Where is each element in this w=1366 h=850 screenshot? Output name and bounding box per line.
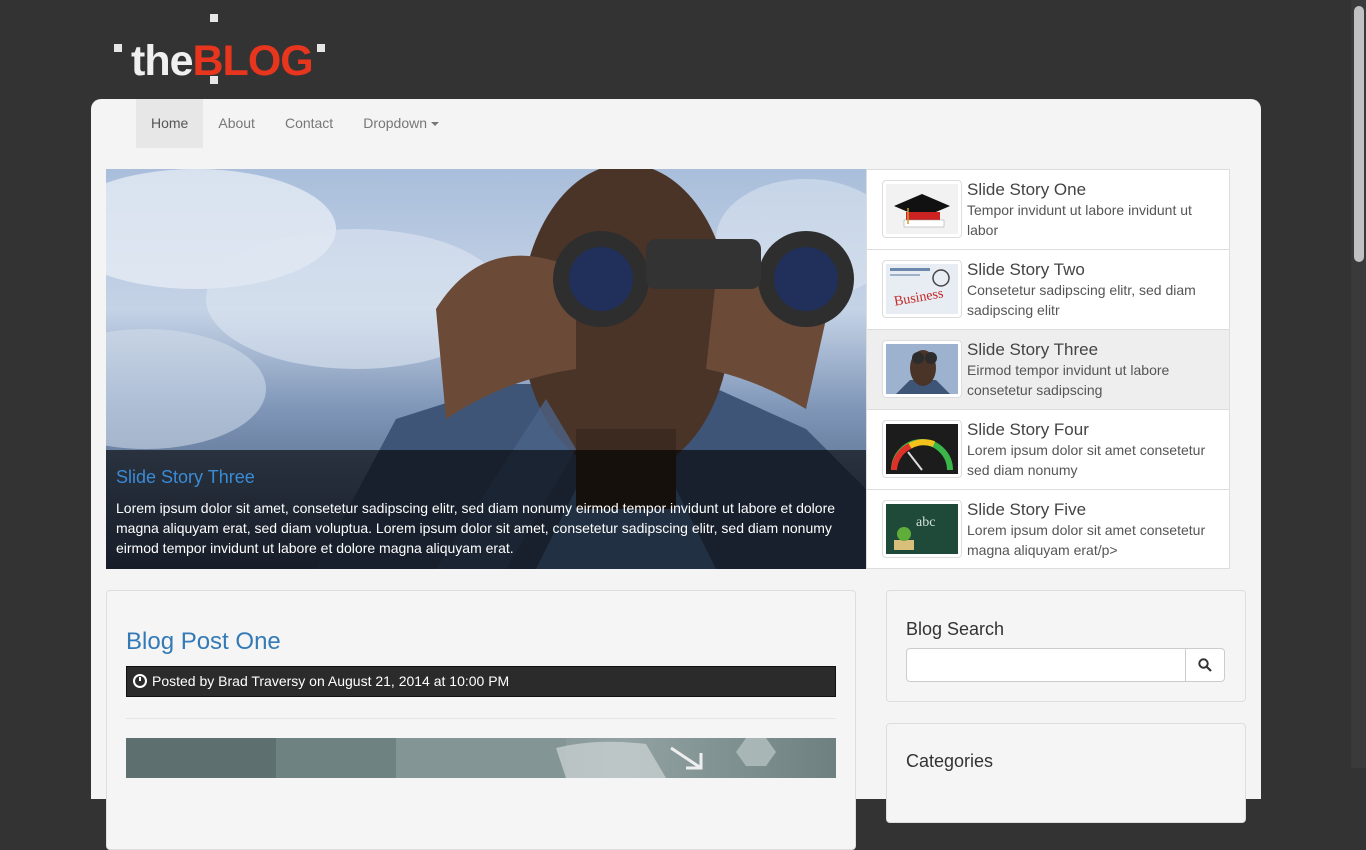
logo-dot (114, 44, 122, 52)
story-description: Tempor invidunt ut labore invidunt ut la… (967, 202, 1192, 238)
slide-story-list: Slide Story One Tempor invidunt ut labor… (866, 169, 1230, 569)
story-description: Lorem ipsum dolor sit amet consetetur se… (967, 442, 1206, 478)
slide-caption: Slide Story Three Lorem ipsum dolor sit … (106, 450, 866, 569)
story-item-four[interactable]: Slide Story Four Lorem ipsum dolor sit a… (867, 410, 1229, 490)
categories-panel: Categories (886, 723, 1246, 823)
chalkboard-icon: abc (886, 504, 958, 554)
logo-text-the: the (131, 37, 193, 85)
post-meta-bar: Posted by Brad Traversy on August 21, 20… (126, 666, 836, 697)
nav-dropdown[interactable]: Dropdown (348, 99, 454, 148)
blog-post-title[interactable]: Blog Post One (126, 628, 281, 656)
logo-wordmark: theBLOG (131, 37, 314, 85)
site-logo[interactable]: theBLOG (114, 14, 328, 86)
slide-caption-title[interactable]: Slide Story Three (116, 467, 856, 488)
nav-home-label: Home (151, 115, 189, 131)
nav-contact-label: Contact (284, 115, 334, 131)
story-item-one[interactable]: Slide Story One Tempor invidunt ut labor… (867, 170, 1229, 250)
caret-down-icon (431, 122, 440, 127)
story-title: Slide Story Five (967, 500, 1087, 519)
featured-slider[interactable]: Slide Story Three Lorem ipsum dolor sit … (106, 169, 866, 569)
story-title: Slide Story One (967, 180, 1087, 199)
story-description: Lorem ipsum dolor sit amet consetetur ma… (967, 522, 1206, 558)
slide-caption-text: Lorem ipsum dolor sit amet, consetetur s… (116, 499, 836, 556)
story-description: Consetetur sadipscing elitr, sed diam sa… (967, 282, 1196, 318)
story-item-two[interactable]: Business Slide Story Two Consetetur sadi… (867, 250, 1229, 330)
categories-title: Categories (906, 751, 994, 771)
scrollbar-thumb[interactable] (1354, 6, 1364, 262)
main-nav: Home About Contact Dropdown (136, 99, 454, 148)
post-image-graphic (126, 738, 776, 778)
story-description: Eirmod tempor invidunt ut labore consete… (967, 362, 1170, 398)
blog-post-image[interactable] (126, 738, 836, 778)
newspaper-icon: Business (886, 264, 958, 314)
clock-icon (133, 674, 147, 688)
nav-home[interactable]: Home (136, 99, 204, 148)
story-title: Slide Story Four (967, 420, 1089, 439)
blog-search-panel: Blog Search (886, 590, 1246, 702)
nav-about[interactable]: About (203, 99, 270, 148)
story-thumbnail (882, 420, 962, 478)
thumbnail-abc-text: abc (916, 515, 935, 530)
binoculars-icon (886, 344, 958, 394)
post-meta-text: Posted by Brad Traversy on August 21, 20… (152, 673, 510, 689)
page-scrollbar[interactable] (1351, 0, 1366, 768)
story-item-five[interactable]: abc Slide Story Five Lorem ipsum dolor s… (867, 490, 1229, 570)
search-icon (1198, 658, 1212, 672)
nav-about-label: About (218, 115, 255, 131)
logo-dot (210, 14, 218, 22)
logo-dot (317, 44, 325, 52)
nav-contact[interactable]: Contact (270, 99, 348, 148)
story-title: Slide Story Three (967, 340, 1099, 359)
blog-search-title: Blog Search (906, 619, 1005, 639)
blog-post-panel: Blog Post One Posted by Brad Traversy on… (106, 590, 856, 850)
story-thumbnail (882, 340, 962, 398)
gauge-icon (886, 424, 958, 474)
story-thumbnail: abc (882, 500, 962, 558)
logo-text-blog: BLOG (192, 37, 314, 85)
story-thumbnail: Business (882, 260, 962, 318)
nav-dropdown-label: Dropdown (363, 115, 428, 131)
story-thumbnail (882, 180, 962, 238)
graduation-cap-icon (886, 184, 958, 234)
search-input[interactable] (906, 648, 1186, 682)
divider (126, 718, 836, 719)
story-item-three[interactable]: Slide Story Three Eirmod tempor invidunt… (867, 330, 1229, 410)
story-title: Slide Story Two (967, 260, 1085, 279)
search-button[interactable] (1185, 648, 1225, 682)
main-container: Home About Contact Dropdown Slide Story … (91, 99, 1261, 850)
